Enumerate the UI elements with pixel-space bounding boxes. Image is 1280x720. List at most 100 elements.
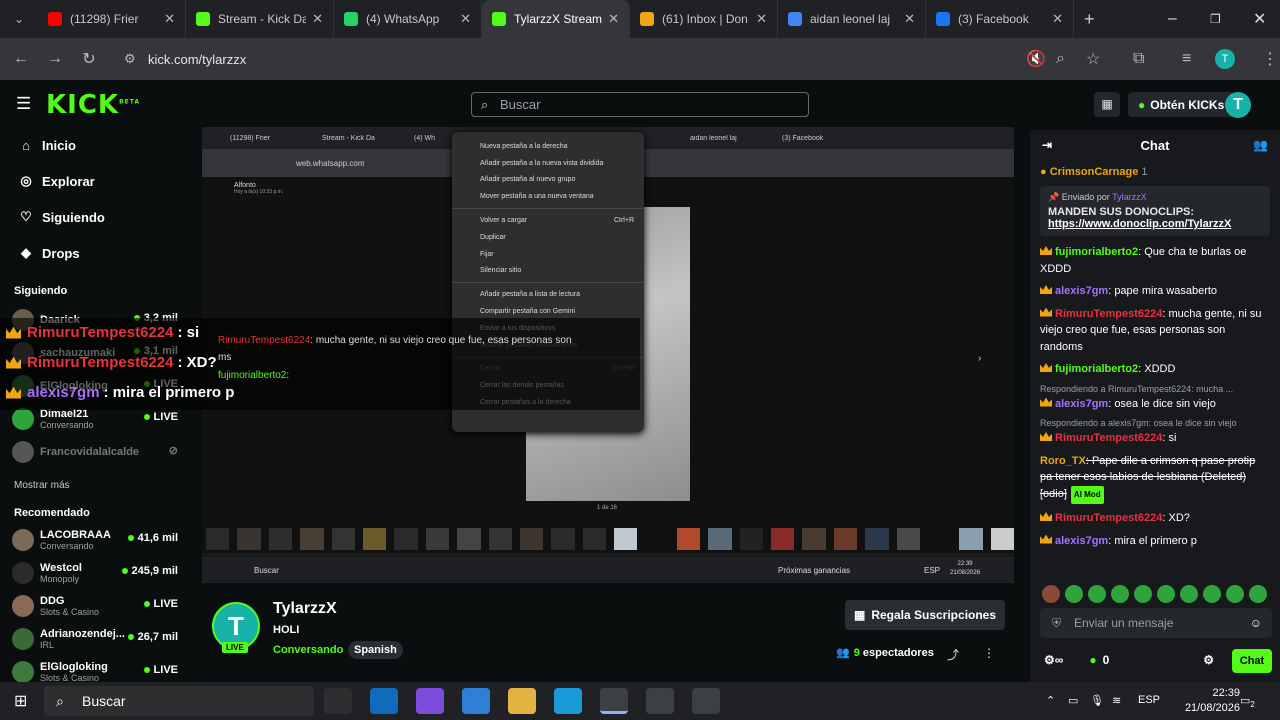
close-tab-icon[interactable]: ✕ bbox=[460, 11, 471, 27]
gear-icon[interactable]: ⚙ bbox=[1203, 653, 1214, 667]
channel-item[interactable]: Adrianozendej... IRL 26,7 mil bbox=[0, 622, 190, 655]
sidebar-item-inicio[interactable]: ⌂ Inicio bbox=[0, 127, 190, 163]
store-icon[interactable] bbox=[462, 688, 490, 714]
close-tab-icon[interactable]: ✕ bbox=[312, 11, 323, 27]
emote-icon[interactable] bbox=[1180, 585, 1198, 603]
get-kicks-button[interactable]: ● Obtén KICKs bbox=[1128, 92, 1235, 117]
task-view-icon[interactable] bbox=[324, 688, 352, 714]
outlook-icon[interactable] bbox=[370, 688, 398, 714]
chrome-icon[interactable] bbox=[600, 688, 628, 714]
browser-tab[interactable]: TylarzzX Stream ✕ bbox=[482, 0, 630, 38]
close-tab-icon[interactable]: ✕ bbox=[756, 11, 767, 27]
gift-subs-button[interactable]: ▦ Regala Suscripciones bbox=[845, 600, 1005, 630]
chat-username[interactable]: RimuruTempest6224 bbox=[1055, 512, 1162, 524]
reload-icon[interactable]: ↻ bbox=[72, 49, 106, 69]
maximize-button[interactable]: ❐ bbox=[1210, 12, 1221, 26]
media-icon[interactable]: ≡ bbox=[1182, 50, 1191, 68]
emote-icon[interactable] bbox=[1065, 585, 1083, 603]
streamer-name[interactable]: TylarzzX bbox=[273, 600, 337, 618]
extensions-icon[interactable]: ⧉ bbox=[1133, 50, 1144, 68]
chat-username[interactable]: alexis7gm bbox=[1055, 285, 1108, 297]
browser-tab[interactable]: aidan leonel laj ✕ bbox=[778, 0, 926, 38]
emote-icon[interactable] bbox=[1042, 585, 1060, 603]
kick-header: ☰ KICKBETA ⌕ Buscar ▦ ● Obtén KICKs T bbox=[0, 80, 1280, 130]
browser-tab[interactable]: (4) WhatsApp ✕ bbox=[334, 0, 482, 38]
back-icon[interactable]: ← bbox=[4, 50, 38, 68]
address-bar[interactable]: ⚙ kick.com/tylarzzx bbox=[116, 44, 1096, 74]
browser-tab[interactable]: (3) Facebook ✕ bbox=[926, 0, 1074, 38]
forward-icon[interactable]: → bbox=[38, 50, 72, 68]
app-icon[interactable] bbox=[692, 688, 720, 714]
zoom-icon[interactable]: ⌕ bbox=[1056, 50, 1065, 68]
chat-username[interactable]: alexis7gm bbox=[1055, 535, 1108, 547]
minimize-button[interactable]: – bbox=[1168, 10, 1177, 28]
emote-icon[interactable] bbox=[1203, 585, 1221, 603]
emoji-icon[interactable]: ☺ bbox=[1250, 616, 1262, 630]
edge-icon[interactable] bbox=[554, 688, 582, 714]
share-icon[interactable]: ⤴ bbox=[947, 646, 959, 663]
browser-tab[interactable]: (61) Inbox | Don ✕ bbox=[630, 0, 778, 38]
emote-icon[interactable] bbox=[1157, 585, 1175, 603]
user-avatar[interactable]: T bbox=[1225, 92, 1251, 118]
tray-wifi-icon[interactable]: ≋ bbox=[1112, 694, 1121, 707]
tab-search-button[interactable]: ⌄ bbox=[0, 12, 38, 26]
close-window-button[interactable]: ✕ bbox=[1253, 9, 1266, 29]
close-tab-icon[interactable]: ✕ bbox=[904, 11, 915, 27]
channel-item[interactable]: Francovidalalcalde ⊘ bbox=[0, 435, 190, 468]
emote-icon[interactable] bbox=[1111, 585, 1129, 603]
sidebar-item-siguiendo[interactable]: ♡ Siguiendo bbox=[0, 199, 190, 235]
emote-icon[interactable] bbox=[1088, 585, 1106, 603]
chat-settings-icon[interactable]: ⚙∞ bbox=[1044, 653, 1063, 667]
notifications-icon[interactable]: ▭2 bbox=[1240, 694, 1255, 709]
browser-tab[interactable]: Stream - Kick Da ✕ bbox=[186, 0, 334, 38]
site-info-icon[interactable]: ⚙ bbox=[124, 51, 136, 67]
channel-item[interactable]: LACOBRAAA Conversando 41,6 mil bbox=[0, 523, 190, 556]
chat-username[interactable]: fujimorialberto2 bbox=[1055, 246, 1138, 258]
taskbar-search[interactable]: ⌕ Buscar bbox=[44, 686, 314, 716]
kick-logo[interactable]: KICKBETA bbox=[46, 90, 140, 120]
stream-category[interactable]: Conversando bbox=[273, 644, 343, 656]
new-tab-button[interactable]: + bbox=[1084, 9, 1095, 30]
show-more-link[interactable]: Mostrar más bbox=[0, 480, 190, 491]
menu-icon[interactable]: ⋮ bbox=[1262, 49, 1278, 69]
windows-start-icon[interactable]: ⊞ bbox=[14, 691, 27, 711]
emote-icon[interactable] bbox=[1249, 585, 1267, 603]
tray-lang[interactable]: ESP bbox=[1138, 694, 1160, 706]
pinned-link[interactable]: https://www.donoclip.com/TylarzzX bbox=[1048, 218, 1231, 230]
hamburger-icon[interactable]: ☰ bbox=[16, 94, 31, 114]
stream-tag[interactable]: Spanish bbox=[348, 641, 403, 659]
browser-tab[interactable]: (11298) Frier ✕ bbox=[38, 0, 186, 38]
sidebar-item-drops[interactable]: ◆ Drops bbox=[0, 235, 190, 271]
more-options-icon[interactable]: ⋮ bbox=[983, 646, 995, 660]
chat-users-icon[interactable]: 👥 bbox=[1253, 138, 1268, 152]
chat-username[interactable]: Roro_TX bbox=[1040, 455, 1086, 467]
chat-username[interactable]: fujimorialberto2 bbox=[1055, 363, 1138, 375]
chat-username[interactable]: alexis7gm bbox=[1055, 398, 1108, 410]
sidebar-item-explorar[interactable]: ◎ Explorar bbox=[0, 163, 190, 199]
obs-icon[interactable] bbox=[646, 688, 674, 714]
channel-item[interactable]: Westcol Monopoly 245,9 mil bbox=[0, 556, 190, 589]
chat-input[interactable]: ⛨ Enviar un mensaje ☺ bbox=[1040, 608, 1272, 638]
tray-mic-icon[interactable]: 🎙 bbox=[1090, 694, 1104, 707]
close-tab-icon[interactable]: ✕ bbox=[1052, 11, 1063, 27]
library-icon[interactable]: ▦ bbox=[1094, 92, 1120, 117]
close-tab-icon[interactable]: ✕ bbox=[164, 11, 175, 27]
tray-chevron-icon[interactable]: ⌃ bbox=[1046, 694, 1055, 707]
bookmark-star-icon[interactable]: ☆ bbox=[1086, 49, 1100, 69]
chat-username[interactable]: RimuruTempest6224 bbox=[1055, 308, 1162, 320]
file-explorer-icon[interactable] bbox=[508, 688, 536, 714]
chat-username[interactable]: RimuruTempest6224 bbox=[1055, 432, 1162, 444]
tray-battery-icon[interactable]: ▭ bbox=[1068, 694, 1078, 707]
search-input[interactable]: ⌕ Buscar bbox=[471, 92, 809, 117]
send-chat-button[interactable]: Chat bbox=[1232, 649, 1272, 673]
copilot-icon[interactable] bbox=[416, 688, 444, 714]
emote-icon[interactable] bbox=[1226, 585, 1244, 603]
emote-bar bbox=[1030, 582, 1280, 606]
profile-avatar[interactable]: T bbox=[1215, 49, 1235, 69]
mute-icon[interactable]: 🔇 bbox=[1026, 49, 1046, 69]
channel-item[interactable]: DDG Slots & Casino LIVE bbox=[0, 589, 190, 622]
taskbar-clock[interactable]: 22:39 21/08/2026 bbox=[1185, 686, 1240, 716]
close-tab-icon[interactable]: ✕ bbox=[608, 11, 619, 27]
emote-icon[interactable] bbox=[1134, 585, 1152, 603]
collapse-chat-icon[interactable]: ⇥ bbox=[1042, 138, 1052, 152]
